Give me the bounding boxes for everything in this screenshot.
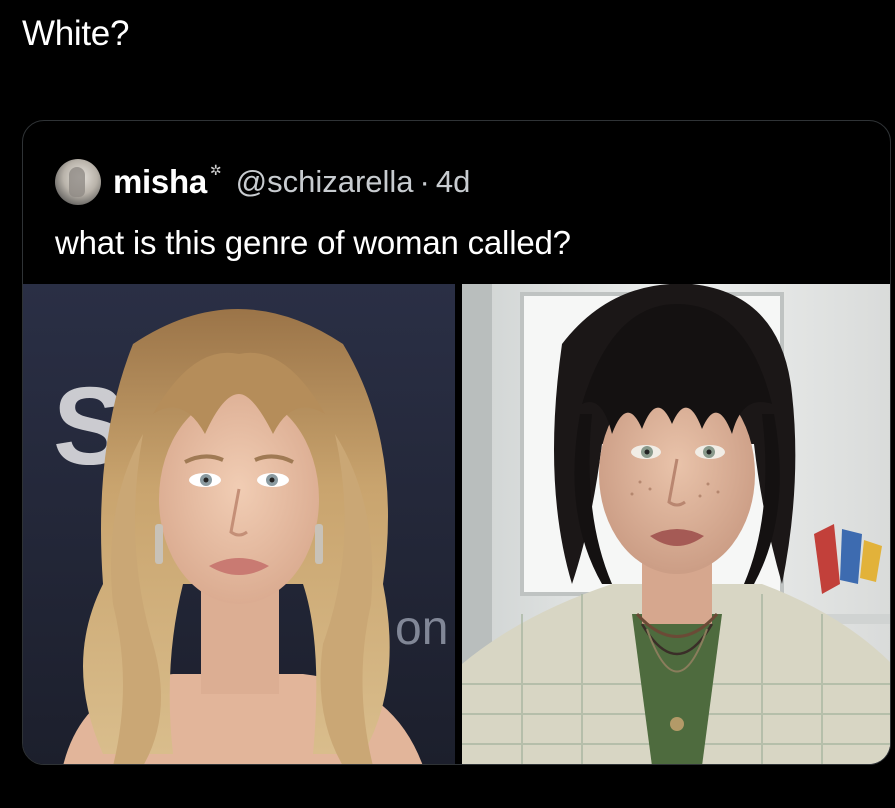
photo-divider bbox=[455, 284, 462, 764]
backdrop-sign: on bbox=[395, 602, 448, 655]
photo-right[interactable] bbox=[462, 284, 890, 764]
user-handle[interactable]: @schizarella bbox=[236, 164, 414, 200]
quoted-tweet-text: what is this genre of woman called? bbox=[55, 224, 571, 261]
tweet-text: White? bbox=[22, 14, 130, 53]
tweet-screenshot: White? misha ✲ @schizarella · 4d what is… bbox=[0, 0, 895, 808]
photo-left[interactable]: S NY on bbox=[23, 284, 455, 764]
display-name[interactable]: misha bbox=[113, 163, 207, 201]
quoted-tweet-header: misha ✲ @schizarella · 4d bbox=[55, 157, 470, 207]
timestamp[interactable]: 4d bbox=[436, 164, 470, 200]
separator-dot: · bbox=[419, 164, 430, 199]
star-outline-icon: ✲ bbox=[209, 161, 222, 178]
avatar[interactable] bbox=[55, 159, 101, 205]
quoted-tweet-card[interactable]: misha ✲ @schizarella · 4d what is this g… bbox=[22, 120, 891, 765]
